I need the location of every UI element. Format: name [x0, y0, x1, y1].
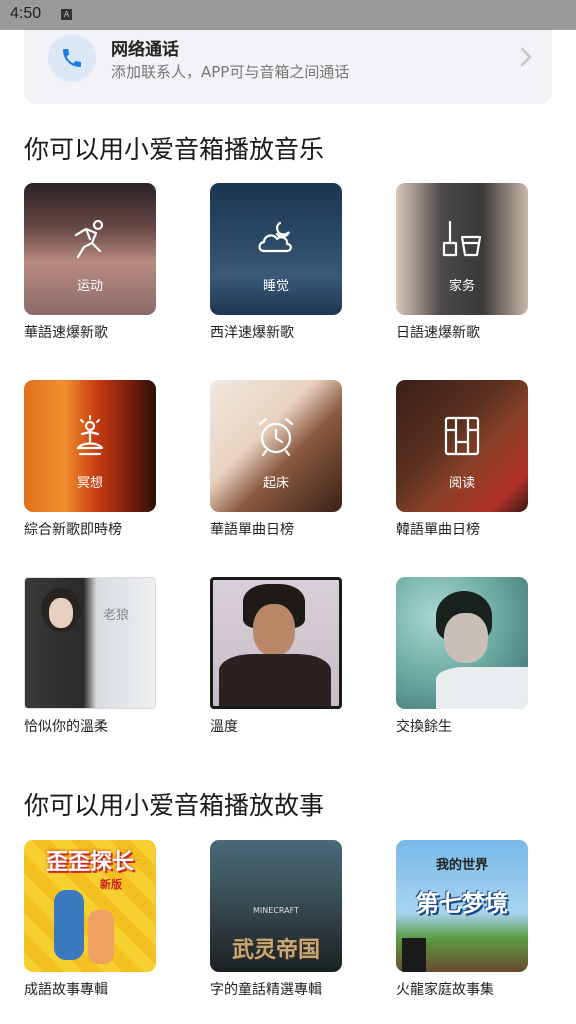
story-cover-character	[402, 938, 426, 972]
meditation-icon	[76, 415, 104, 456]
music-tile-wakeup[interactable]: 起床	[210, 380, 342, 512]
status-time: 4:50	[10, 5, 42, 22]
story-cover-2[interactable]: MINECRAFT 武灵帝国	[210, 840, 342, 972]
story-cover-title: 武灵帝国	[231, 938, 320, 963]
mop-bucket-icon	[442, 221, 482, 257]
music-item-label[interactable]: 日語速爆新歌	[396, 322, 480, 342]
running-icon	[74, 219, 104, 259]
story-section-title: 你可以用小爱音箱播放故事	[24, 791, 325, 820]
phone-icon	[48, 34, 96, 82]
story-cover-1[interactable]: 歪歪探长 新版	[24, 840, 156, 972]
music-item-label[interactable]: 綜合新歌即時榜	[24, 519, 122, 539]
chevron-right-icon	[520, 47, 532, 67]
story-cover-title: 歪歪探长	[45, 850, 134, 875]
story-cover-sub: 我的世界	[435, 858, 488, 873]
story-item-label[interactable]: 字的童話精選專輯	[210, 979, 322, 999]
music-item-label[interactable]: 溫度	[210, 716, 238, 736]
album-cover-2[interactable]	[210, 577, 342, 709]
tile-caption: 冥想	[76, 476, 103, 491]
tile-caption: 起床	[262, 476, 289, 491]
music-item-label[interactable]: 交換餘生	[396, 716, 452, 736]
alarm-clock-icon	[258, 417, 294, 457]
album-cover-face	[253, 604, 295, 656]
call-card-title: 网络通话	[111, 40, 179, 60]
status-bar: 4:50 A	[0, 0, 576, 30]
album-cover-1[interactable]: 老狼	[24, 577, 156, 709]
music-item-label[interactable]: 華語單曲日榜	[210, 519, 294, 539]
album-cover-text: 老狼	[103, 608, 130, 623]
story-cover-character	[54, 890, 84, 960]
album-cover-face	[49, 598, 73, 628]
music-item-label[interactable]: 華語速爆新歌	[24, 322, 108, 342]
music-item-label[interactable]: 西洋速爆新歌	[210, 322, 294, 342]
tile-caption: 运动	[76, 279, 103, 294]
music-item-label[interactable]: 韓語單曲日榜	[396, 519, 480, 539]
music-item-label[interactable]: 恰似你的溫柔	[24, 716, 108, 736]
music-tile-meditation[interactable]: 冥想	[24, 380, 156, 512]
story-item-label[interactable]: 成語故事專輯	[24, 979, 108, 999]
album-cover-shirt	[436, 667, 528, 709]
status-a-badge: A	[61, 9, 72, 20]
bookshelf-icon	[444, 416, 480, 456]
story-cover-character	[88, 910, 114, 964]
story-cover-3[interactable]: 我的世界 第七梦境	[396, 840, 528, 972]
album-cover-face	[444, 613, 488, 663]
tile-caption: 阅读	[448, 476, 475, 491]
story-cover-sub: MINECRAFT	[253, 906, 299, 915]
call-card-subtitle: 添加联系人，APP可与音箱之间通话	[111, 63, 350, 81]
cloud-moon-icon	[258, 221, 292, 253]
music-tile-sleep[interactable]: 睡觉	[210, 183, 342, 315]
music-tile-sport[interactable]: 运动	[24, 183, 156, 315]
tile-caption: 家务	[448, 279, 475, 294]
story-cover-title: 第七梦境	[416, 891, 508, 917]
tile-caption: 睡觉	[262, 279, 289, 294]
album-cover-sweater	[219, 654, 331, 706]
music-tile-reading[interactable]: 阅读	[396, 380, 528, 512]
story-cover-sub: 新版	[100, 878, 122, 891]
music-tile-housework[interactable]: 家务	[396, 183, 528, 315]
album-cover-3[interactable]	[396, 577, 528, 709]
story-item-label[interactable]: 火龍家庭故事集	[396, 979, 494, 999]
music-section-title: 你可以用小爱音箱播放音乐	[24, 135, 325, 164]
